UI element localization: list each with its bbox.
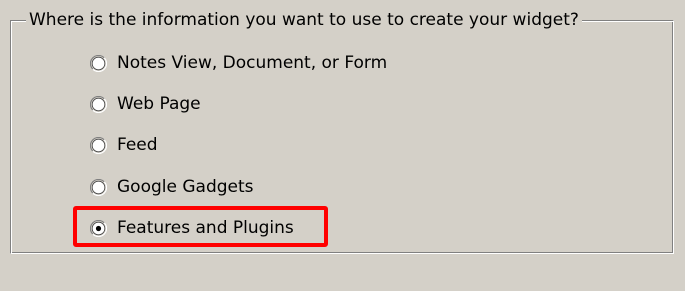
option-label: Web Page <box>117 94 201 114</box>
option-label: Features and Plugins <box>117 218 294 238</box>
option-label: Google Gadgets <box>117 177 254 197</box>
option-label: Feed <box>117 135 158 155</box>
radio-button-unselected-icon[interactable] <box>90 136 107 154</box>
option-google-gadgets[interactable]: Google Gadgets <box>90 172 254 202</box>
option-label: Notes View, Document, or Form <box>117 53 388 73</box>
option-feed[interactable]: Feed <box>90 130 158 160</box>
option-notes-view-document-form[interactable]: Notes View, Document, or Form <box>90 48 387 78</box>
widget-source-question: Where is the information you want to use… <box>26 8 582 32</box>
radio-button-unselected-icon[interactable] <box>90 178 107 196</box>
option-web-page[interactable]: Web Page <box>90 89 201 119</box>
radio-button-unselected-icon[interactable] <box>90 95 107 113</box>
radio-button-unselected-icon[interactable] <box>90 54 107 72</box>
radio-button-selected-icon[interactable] <box>90 219 107 237</box>
option-features-and-plugins[interactable]: Features and Plugins <box>90 213 294 243</box>
